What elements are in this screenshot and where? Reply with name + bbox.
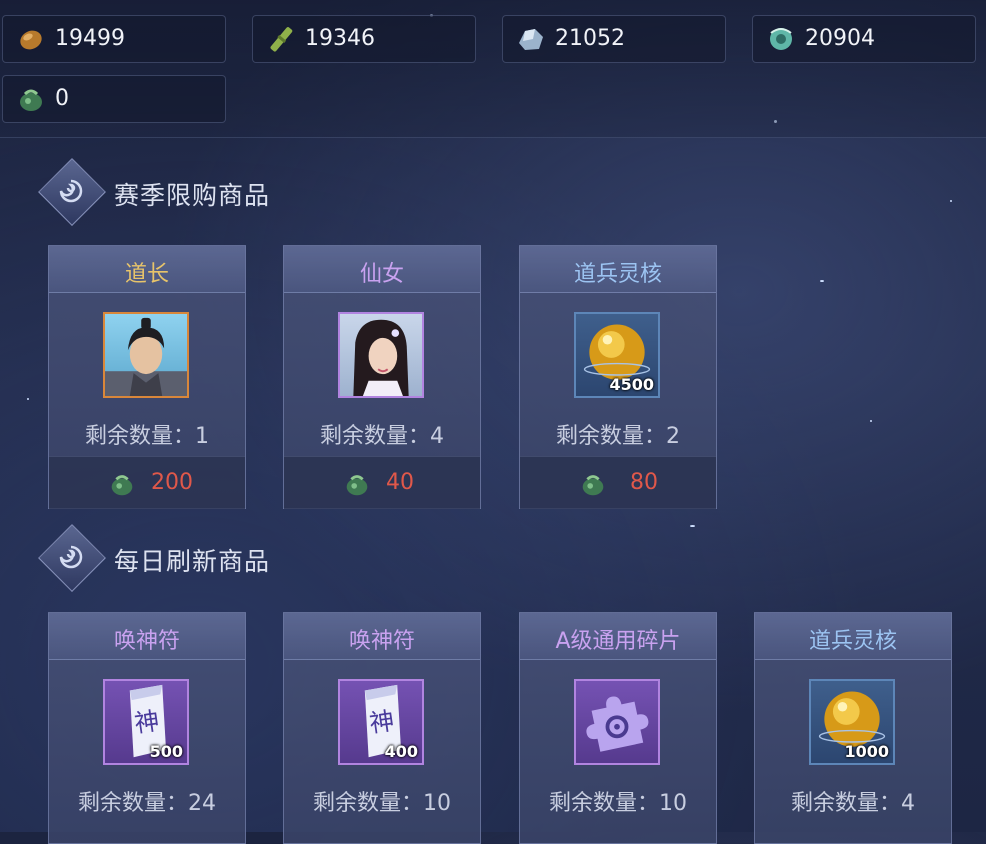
card-header: 道兵灵核 xyxy=(520,246,716,293)
currency-crystal-value: 21052 xyxy=(555,26,625,51)
star xyxy=(870,420,872,422)
currency-crystal[interactable]: 21052 xyxy=(502,15,726,63)
item-name: 仙女 xyxy=(359,262,404,287)
bamboo-icon xyxy=(270,27,293,52)
shop-item-card[interactable]: 道长 剩余数量：1 200 xyxy=(48,245,246,509)
golden-orb-icon: 4500 xyxy=(574,312,660,398)
card-header: A级通用碎片 xyxy=(520,613,716,660)
crystal-icon xyxy=(519,29,543,50)
item-count-badge: 400 xyxy=(384,742,418,761)
item-count-badge: 500 xyxy=(149,742,183,761)
card-header: 唤神符 xyxy=(49,613,245,660)
card-header: 唤神符 xyxy=(284,613,480,660)
golden-orb-icon: 1000 xyxy=(809,679,895,765)
remaining-qty: 剩余数量：2 xyxy=(556,424,680,449)
price-value: 80 xyxy=(630,470,658,495)
star xyxy=(820,280,824,282)
puzzle-shard-icon xyxy=(574,679,660,765)
price-band: 200 xyxy=(49,456,245,509)
shop-item-card[interactable]: 仙女 剩余数量：4 40 xyxy=(283,245,481,509)
item-count-badge: 1000 xyxy=(844,742,889,761)
currency-bamboo[interactable]: 19346 xyxy=(252,15,476,63)
jade-icon xyxy=(770,28,792,50)
remaining-qty: 剩余数量：10 xyxy=(313,791,451,816)
card-header: 仙女 xyxy=(284,246,480,293)
remaining-qty: 剩余数量：24 xyxy=(78,791,216,816)
shop-item-card[interactable]: 唤神符 神 400 剩余数量：10 xyxy=(283,612,481,844)
section-title: 每日刷新商品 xyxy=(114,547,271,576)
item-name: 唤神符 xyxy=(348,629,415,654)
shop-item-card[interactable]: 道兵灵核 4500 剩余数量：2 80 xyxy=(519,245,717,509)
currency-bar: 19499 19346 21052 20904 0 xyxy=(0,0,986,138)
card-header: 道兵灵核 xyxy=(755,613,951,660)
remaining-qty: 剩余数量：4 xyxy=(320,424,444,449)
section-header-daily: 每日刷新商品 xyxy=(38,524,342,592)
jade-pouch-icon xyxy=(346,475,368,496)
item-count-badge: 4500 xyxy=(609,375,654,394)
shop-item-card[interactable]: 唤神符 神 500 剩余数量：24 xyxy=(48,612,246,844)
fairy-portrait-icon xyxy=(338,312,424,398)
item-name: A级通用碎片 xyxy=(555,629,681,654)
jade-pouch-icon xyxy=(20,89,42,111)
currency-ore-value: 19499 xyxy=(55,26,125,51)
taoist-portrait-icon xyxy=(103,312,189,398)
talisman-icon: 神 500 xyxy=(103,679,189,765)
currency-jade-pouch-value: 0 xyxy=(55,86,69,111)
currency-bamboo-value: 19346 xyxy=(305,26,375,51)
remaining-qty: 剩余数量：4 xyxy=(791,791,915,816)
talisman-icon: 神 400 xyxy=(338,679,424,765)
currency-jade-pouch[interactable]: 0 xyxy=(2,75,226,123)
currency-jade[interactable]: 20904 xyxy=(752,15,976,63)
shop-item-card[interactable]: 道兵灵核 1000 剩余数量：4 xyxy=(754,612,952,844)
star xyxy=(950,200,952,202)
star xyxy=(27,398,29,400)
section-title: 赛季限购商品 xyxy=(114,181,271,210)
price-band: 80 xyxy=(520,456,716,509)
swirl-icon xyxy=(59,545,83,569)
price-value: 40 xyxy=(386,470,414,495)
item-name: 唤神符 xyxy=(113,629,180,654)
card-header: 道长 xyxy=(49,246,245,293)
jade-pouch-icon xyxy=(111,475,133,496)
shop-item-card[interactable]: A级通用碎片 剩余数量：10 xyxy=(519,612,717,844)
price-value: 200 xyxy=(151,470,193,495)
jade-pouch-icon xyxy=(582,475,604,496)
currency-jade-value: 20904 xyxy=(805,26,875,51)
ore-icon xyxy=(20,30,42,50)
price-band: 40 xyxy=(284,456,480,509)
svg-text:神: 神 xyxy=(368,706,397,738)
item-name: 道长 xyxy=(124,262,169,287)
star xyxy=(690,525,695,527)
swirl-icon xyxy=(59,179,83,203)
remaining-qty: 剩余数量：10 xyxy=(549,791,687,816)
item-name: 道兵灵核 xyxy=(573,262,662,287)
section-header-season: 赛季限购商品 xyxy=(38,158,342,226)
svg-text:神: 神 xyxy=(133,706,162,738)
currency-ore[interactable]: 19499 xyxy=(2,15,226,63)
item-name: 道兵灵核 xyxy=(808,629,897,654)
remaining-qty: 剩余数量：1 xyxy=(85,424,209,449)
